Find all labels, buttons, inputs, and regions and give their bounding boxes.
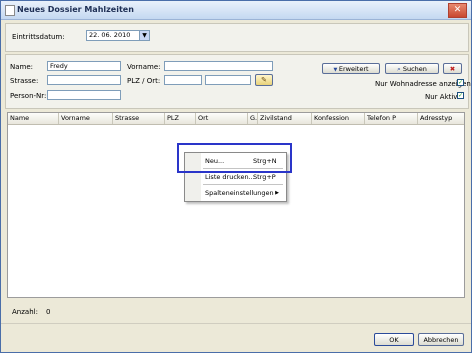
column-header-plz[interactable]: PLZ: [165, 113, 196, 124]
column-header-vorname[interactable]: Vorname: [59, 113, 113, 124]
date-panel: Eintrittsdatum: 22. 06. 2010 ▼: [5, 23, 469, 52]
wohnadresse-checkbox[interactable]: ✓: [457, 79, 464, 86]
column-header-ort[interactable]: Ort: [196, 113, 248, 124]
column-header-strasse[interactable]: Strasse: [113, 113, 165, 124]
chevron-down-icon[interactable]: ▼: [139, 31, 149, 40]
close-button[interactable]: ✕: [448, 3, 467, 18]
eintrittsdatum-value: 22. 06. 2010: [89, 31, 131, 39]
column-header-geschlecht[interactable]: G.: [248, 113, 258, 124]
address-lookup-button[interactable]: ✎: [255, 74, 273, 86]
column-header-name[interactable]: Name: [8, 113, 59, 124]
erweitert-label: Erweitert: [338, 65, 369, 73]
search-panel: Name: Fredy Vorname: Strasse: PLZ / Ort:…: [5, 54, 471, 109]
table-header: Name Vorname Strasse PLZ Ort G. Zivilsta…: [8, 113, 464, 125]
anzahl-label: Anzahl:: [12, 308, 38, 316]
menu-item-spalteneinstellungen-label: Spalteneinstellungen: [205, 189, 274, 197]
title-bar[interactable]: Neues Dossier Mahlzeiten ✕: [1, 1, 471, 20]
suchen-button[interactable]: ⌕ Suchen: [385, 63, 439, 74]
abbrechen-label: Abbrechen: [423, 336, 459, 344]
name-value: Fredy: [50, 62, 68, 70]
highlight-box: [177, 143, 292, 173]
dialog-window: Neues Dossier Mahlzeiten ✕ Eintrittsdatu…: [0, 0, 472, 353]
column-header-konfession[interactable]: Konfession: [312, 113, 365, 124]
person-nr-field[interactable]: [47, 90, 121, 100]
clear-search-button[interactable]: ✖: [443, 63, 462, 74]
eintrittsdatum-picker[interactable]: 22. 06. 2010 ▼: [86, 30, 150, 41]
column-header-adresstyp[interactable]: Adresstyp: [418, 113, 464, 124]
plz-field[interactable]: [164, 75, 202, 85]
vorname-label: Vorname:: [127, 63, 161, 71]
menu-item-spalteneinstellungen[interactable]: Spalteneinstellungen ▶: [205, 187, 283, 199]
strasse-label: Strasse:: [10, 77, 39, 85]
strasse-field[interactable]: [47, 75, 121, 85]
column-header-zivilstand[interactable]: Zivilstand: [258, 113, 312, 124]
vorname-field[interactable]: [164, 61, 273, 71]
eintrittsdatum-label: Eintrittsdatum:: [12, 33, 65, 41]
nur-aktive-checkbox[interactable]: ✓: [457, 92, 464, 99]
status-bar: Anzahl: 0: [1, 301, 471, 323]
person-nr-label: Person-Nr:: [10, 92, 47, 100]
dialog-footer: OK Abbrechen: [1, 323, 471, 353]
anzahl-value: 0: [46, 308, 51, 316]
erweitert-button[interactable]: ▼ Erweitert: [322, 63, 380, 74]
suchen-label: Suchen: [402, 65, 427, 73]
pencil-icon: ✎: [261, 76, 267, 84]
submenu-arrow-icon: ▶: [275, 190, 279, 196]
app-icon: [5, 5, 15, 16]
plz-ort-label: PLZ / Ort:: [127, 77, 161, 85]
ok-label: OK: [389, 336, 399, 344]
name-label: Name:: [10, 63, 34, 71]
ort-field[interactable]: [205, 75, 251, 85]
abbrechen-button[interactable]: Abbrechen: [418, 333, 464, 346]
clear-icon: ✖: [449, 65, 456, 73]
menu-item-liste-drucken-label: Liste drucken...: [205, 173, 255, 181]
results-table[interactable]: Name Vorname Strasse PLZ Ort G. Zivilsta…: [7, 112, 465, 298]
menu-separator: [203, 184, 283, 185]
column-header-telefon-p[interactable]: Telefon P: [365, 113, 418, 124]
ok-button[interactable]: OK: [374, 333, 414, 346]
window-title: Neues Dossier Mahlzeiten: [17, 5, 134, 14]
name-field[interactable]: Fredy: [47, 61, 121, 71]
